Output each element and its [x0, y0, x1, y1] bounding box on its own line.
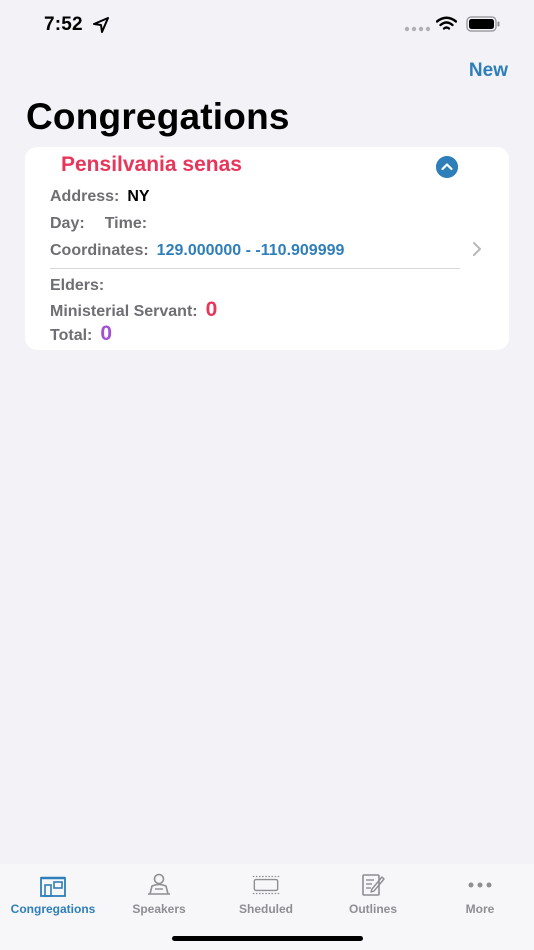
coordinates-label: Coordinates:	[50, 242, 149, 259]
signal-icon	[404, 26, 430, 32]
time-label: Time:	[104, 215, 148, 232]
day-label: Day:	[50, 215, 85, 232]
total-count: 0	[100, 322, 113, 345]
address-value: NY	[127, 188, 150, 205]
congregation-card[interactable]: Pensilvania senas Address: NY Day: Time: C…	[25, 147, 509, 350]
outline-icon	[362, 874, 385, 896]
more-icon	[468, 882, 492, 888]
total-label: Total:	[50, 327, 93, 344]
tab-speakers[interactable]: Speakers	[106, 872, 212, 916]
status-bar: 7:52	[0, 0, 534, 50]
ministerial-servant-count: 0	[205, 298, 218, 321]
tab-sheduled[interactable]: Sheduled	[213, 872, 319, 916]
building-icon	[40, 876, 66, 897]
elders-row: Elders:	[50, 277, 104, 295]
speaker-icon	[148, 873, 170, 895]
schedule-icon	[252, 875, 280, 895]
total-row: Total: 0	[50, 322, 112, 346]
tab-label-congregations: Congregations	[10, 902, 96, 916]
coordinates-value[interactable]: 129.000000 - -110.909999	[157, 242, 345, 259]
status-time: 7:52	[44, 14, 83, 35]
page-title: Congregations	[26, 96, 290, 137]
tab-label-sheduled: Sheduled	[238, 902, 293, 916]
day-time-row: Day: Time:	[50, 215, 147, 233]
chevron-right-icon[interactable]	[471, 240, 483, 258]
congregation-name: Pensilvania senas	[61, 153, 242, 176]
wifi-icon	[436, 16, 457, 30]
tab-label-more: More	[465, 902, 495, 916]
coordinates-row: Coordinates: 129.000000 - -110.909999	[50, 242, 344, 260]
battery-icon	[466, 16, 500, 32]
ministerial-servant-row: Ministerial Servant: 0	[50, 298, 217, 322]
home-indicator	[172, 936, 363, 941]
tab-label-outlines: Outlines	[348, 902, 397, 916]
chevron-up-circle-icon[interactable]	[436, 156, 458, 178]
location-arrow-icon	[93, 17, 109, 33]
address-row: Address: NY	[50, 188, 150, 206]
tab-congregations[interactable]: Congregations	[0, 872, 106, 916]
divider	[50, 268, 460, 269]
ministerial-servant-label: Ministerial Servant:	[50, 303, 198, 320]
elders-label: Elders:	[50, 277, 105, 294]
address-label: Address:	[50, 188, 120, 205]
new-button[interactable]: New	[469, 60, 508, 82]
tab-label-speakers: Speakers	[132, 902, 186, 916]
tab-more[interactable]: More	[427, 872, 533, 916]
tab-outlines[interactable]: Outlines	[320, 872, 426, 916]
